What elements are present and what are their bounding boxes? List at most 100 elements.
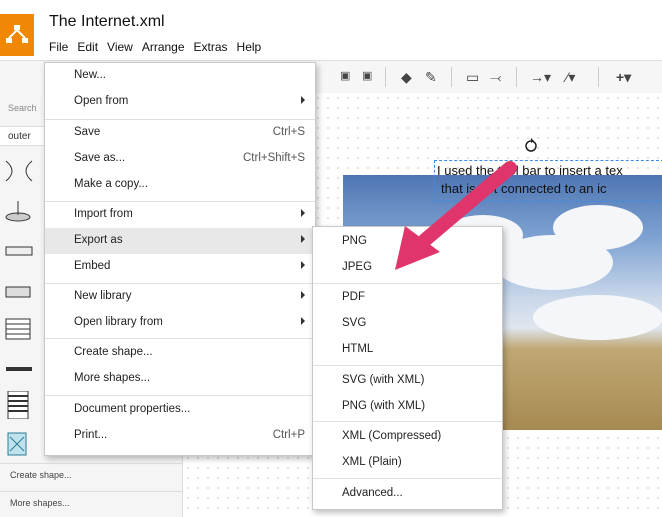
menu-bar: File Edit View Arrange Extras Help (49, 40, 270, 54)
menu-item-make-copy[interactable]: Make a copy... (45, 172, 315, 198)
menu-help[interactable]: Help (237, 40, 262, 54)
menu-item-label: PNG (with XML) (342, 400, 426, 412)
toolbar-divider (451, 67, 452, 87)
menu-extras[interactable]: Extras (194, 40, 228, 54)
submenu-arrow-icon (301, 235, 305, 243)
title-bar: The Internet.xml File Edit View Arrange … (0, 0, 662, 60)
pattern-icon[interactable]: ⁄▾ (566, 69, 575, 86)
menu-separator (313, 421, 502, 422)
canvas-text-line-2[interactable]: that is not connected to an ic (441, 181, 607, 196)
rotate-handle-icon[interactable] (524, 138, 538, 152)
menu-separator (313, 283, 502, 284)
export-advanced[interactable]: Advanced... (313, 481, 502, 507)
menu-edit[interactable]: Edit (77, 40, 98, 54)
to-back-icon[interactable]: ▣ (362, 69, 372, 82)
menu-item-open-from[interactable]: Open from (45, 89, 315, 115)
export-png-with-xml[interactable]: PNG (with XML) (313, 394, 502, 420)
menu-item-label: SVG (342, 317, 367, 329)
menu-separator (313, 478, 502, 479)
waypoints-icon[interactable]: ⤙ (490, 69, 501, 86)
switch-shape-icon[interactable] (4, 197, 34, 225)
menu-item-export-as[interactable]: Export as (45, 228, 315, 254)
shadow-icon[interactable]: ▭ (466, 69, 479, 86)
fill-color-icon[interactable]: ◆ (401, 69, 412, 86)
menu-item-label: New... (74, 69, 106, 81)
to-front-icon[interactable]: ▣ (340, 69, 350, 82)
submenu-arrow-icon (301, 261, 305, 269)
menu-item-label: Import from (74, 208, 133, 220)
export-png[interactable]: PNG (313, 229, 502, 255)
export-svg-with-xml[interactable]: SVG (with XML) (313, 368, 502, 394)
menu-item-label: Create shape... (74, 346, 153, 358)
menu-item-label: Advanced... (342, 487, 403, 499)
menu-file[interactable]: File (49, 40, 68, 54)
insert-icon[interactable]: +▾ (616, 69, 631, 86)
menu-item-label: Save as... (74, 152, 126, 164)
shortcut-label: Ctrl+S (272, 126, 305, 138)
menu-item-import-from[interactable]: Import from (45, 202, 315, 228)
menu-view[interactable]: View (107, 40, 133, 54)
submenu-arrow-icon (301, 96, 305, 104)
menu-item-label: New library (74, 290, 132, 302)
server-shape-icon[interactable] (4, 277, 34, 305)
toolbar-divider (385, 67, 386, 87)
menu-item-embed[interactable]: Embed (45, 254, 315, 280)
menu-item-label: Print... (74, 429, 108, 441)
create-shape-link[interactable]: Create shape... (0, 463, 182, 487)
line-color-icon[interactable]: ✎ (425, 69, 437, 86)
menu-item-label: XML (Plain) (342, 456, 402, 468)
menu-item-label: Open library from (74, 316, 163, 328)
shortcut-label: Ctrl+P (272, 429, 305, 441)
stack-shape-icon[interactable] (4, 391, 34, 419)
menu-item-open-library-from[interactable]: Open library from (45, 310, 315, 336)
menu-item-label: Export as (74, 234, 123, 246)
menu-item-create-shape[interactable]: Create shape... (45, 340, 315, 366)
more-shapes-link[interactable]: More shapes... (0, 491, 182, 515)
export-submenu: PNG JPEG PDF SVG HTML SVG (with XML) PNG… (312, 226, 503, 510)
menu-item-label: Document properties... (74, 403, 191, 415)
menu-item-label: Make a copy... (74, 178, 148, 190)
menu-item-new[interactable]: New... (45, 63, 315, 89)
cloud-shape (553, 205, 643, 250)
export-jpeg[interactable]: JPEG (313, 255, 502, 281)
router-shape-icon[interactable] (4, 157, 34, 185)
menu-item-label: JPEG (342, 261, 373, 273)
menu-separator (45, 338, 315, 339)
cloud-shape (533, 295, 662, 340)
menu-item-label: Embed (74, 260, 111, 272)
export-html[interactable]: HTML (313, 337, 502, 363)
shortcut-label: Ctrl+Shift+S (243, 152, 305, 164)
file-menu: New... Open from Save Ctrl+S Save as... Ct… (44, 62, 316, 456)
submenu-arrow-icon (301, 291, 305, 299)
menu-item-save[interactable]: Save Ctrl+S (45, 120, 315, 146)
menu-item-save-as[interactable]: Save as... Ctrl+Shift+S (45, 146, 315, 172)
menu-item-new-library[interactable]: New library (45, 284, 315, 310)
network-shape-icon[interactable] (4, 431, 34, 459)
menu-item-label: Save (74, 126, 101, 138)
export-xml-plain[interactable]: XML (Plain) (313, 450, 502, 476)
menu-item-label: PDF (342, 291, 365, 303)
device-shape-icon[interactable] (4, 237, 34, 265)
menu-item-label: HTML (342, 343, 374, 355)
export-xml-compressed[interactable]: XML (Compressed) (313, 424, 502, 450)
menu-arrange[interactable]: Arrange (142, 40, 185, 54)
menu-item-label: XML (Compressed) (342, 430, 442, 442)
menu-item-label: SVG (with XML) (342, 374, 425, 386)
rack-shape-icon[interactable] (4, 315, 34, 343)
menu-item-print[interactable]: Print... Ctrl+P (45, 423, 315, 449)
app-logo-icon[interactable] (0, 14, 34, 56)
menu-item-document-properties[interactable]: Document properties... (45, 397, 315, 423)
menu-separator (45, 395, 315, 396)
bar-shape-icon[interactable] (4, 355, 34, 383)
menu-item-label: More shapes... (74, 372, 151, 384)
menu-item-more-shapes[interactable]: More shapes... (45, 366, 315, 392)
toolbar-divider (598, 67, 599, 87)
submenu-arrow-icon (301, 317, 305, 325)
export-svg[interactable]: SVG (313, 311, 502, 337)
document-title[interactable]: The Internet.xml (49, 13, 165, 31)
canvas-text-line-1[interactable]: I used the tool bar to insert a tex (437, 163, 623, 179)
toolbar-divider (516, 67, 517, 87)
connection-icon[interactable]: →▾ (530, 69, 551, 86)
export-pdf[interactable]: PDF (313, 285, 502, 311)
menu-item-label: Open from (74, 95, 129, 107)
